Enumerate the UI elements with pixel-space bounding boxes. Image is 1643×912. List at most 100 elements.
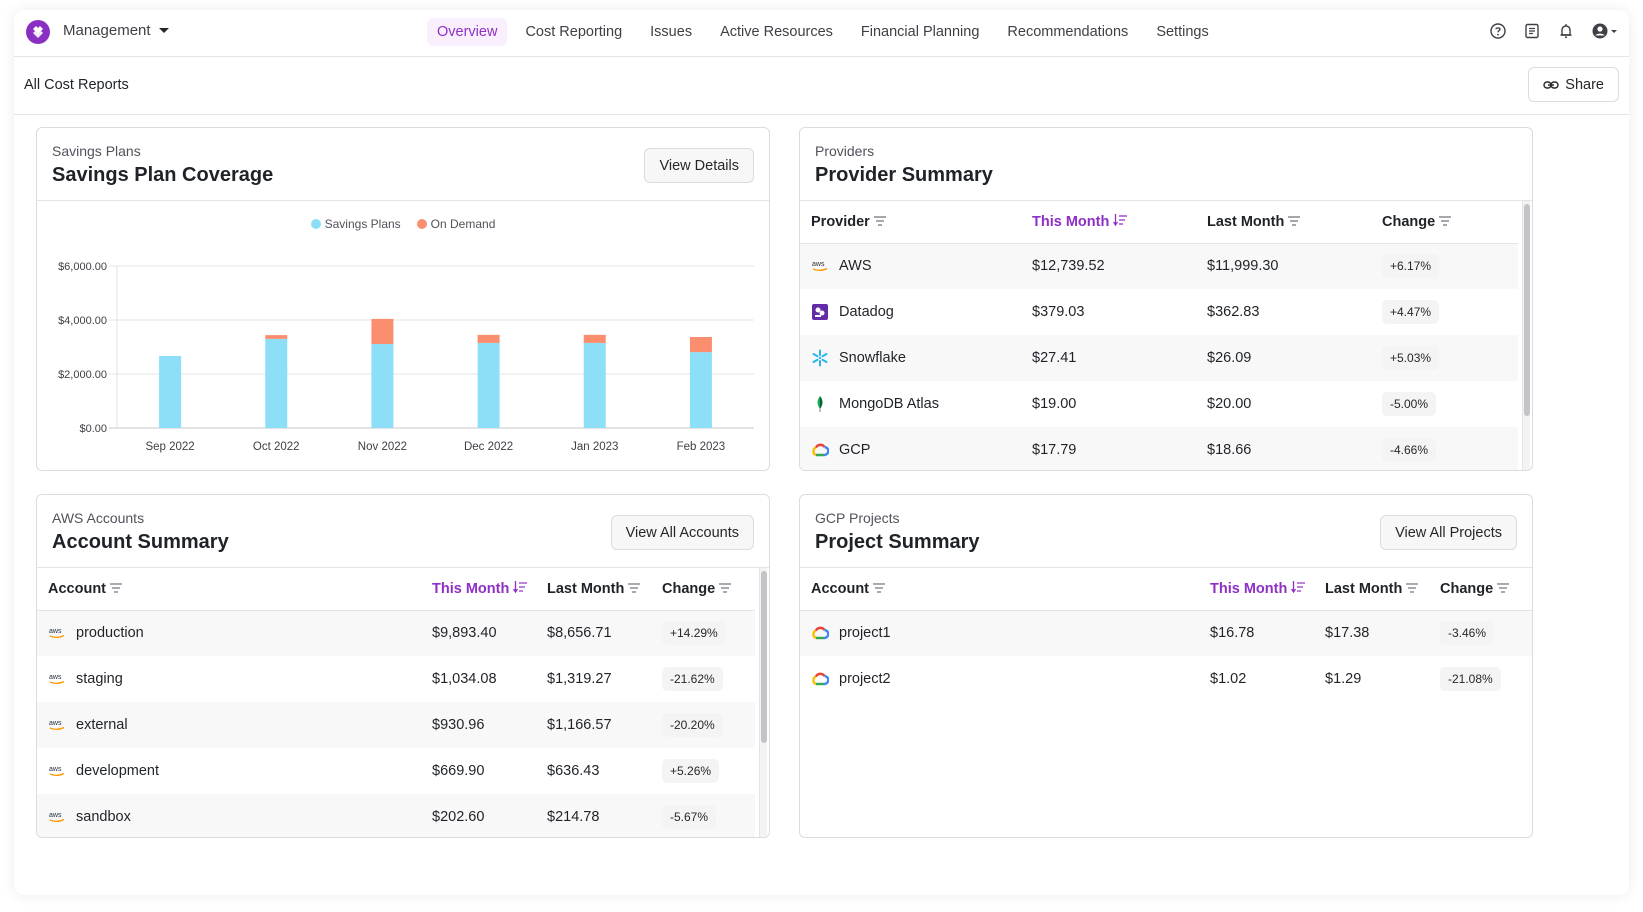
bell-icon[interactable] bbox=[1557, 22, 1575, 40]
column-header-change[interactable]: Change bbox=[662, 568, 755, 611]
row-name: project2 bbox=[839, 671, 891, 687]
legend-dot bbox=[416, 219, 427, 229]
table-row[interactable]: aws sandbox $202.60 $214.78 -5.67% bbox=[37, 794, 755, 837]
sort-descending-icon[interactable] bbox=[1291, 580, 1306, 597]
nav-tab-financial-planning[interactable]: Financial Planning bbox=[851, 18, 990, 46]
filter-icon[interactable] bbox=[1288, 214, 1301, 230]
table-row[interactable]: aws external $930.96 $1,166.57 -20.20% bbox=[37, 702, 755, 748]
aws-icon: aws bbox=[48, 808, 66, 826]
column-header-provider[interactable]: Provider bbox=[800, 201, 1032, 244]
docs-icon[interactable] bbox=[1523, 22, 1541, 40]
table-row[interactable]: aws AWS $12,739.52 $11,999.30 +6.17% bbox=[800, 243, 1518, 289]
nav-tab-overview[interactable]: Overview bbox=[427, 18, 508, 46]
bar-on-demand[interactable] bbox=[583, 334, 606, 343]
name-cell: aws AWS bbox=[800, 243, 1032, 289]
provider-scrollbar[interactable] bbox=[1522, 201, 1530, 470]
nav-tab-cost-reporting[interactable]: Cost Reporting bbox=[515, 18, 632, 46]
card-subtitle: Providers bbox=[815, 143, 875, 159]
bar-savings-plans[interactable] bbox=[583, 342, 606, 428]
nav-tab-recommendations[interactable]: Recommendations bbox=[997, 18, 1138, 46]
page-header: All Cost Reports Share bbox=[14, 57, 1629, 115]
table-row[interactable]: project1 $16.78 $17.38 -3.46% bbox=[800, 610, 1532, 656]
bar-savings-plans[interactable] bbox=[689, 352, 712, 428]
last-month-cell: $11,999.30 bbox=[1207, 243, 1382, 289]
bar-on-demand[interactable] bbox=[371, 318, 394, 345]
sort-descending-icon[interactable] bbox=[1113, 213, 1128, 230]
bar-on-demand[interactable] bbox=[477, 334, 500, 343]
user-menu[interactable] bbox=[1591, 22, 1619, 40]
column-header-last-month[interactable]: Last Month bbox=[1325, 568, 1440, 611]
bar-on-demand[interactable] bbox=[689, 337, 712, 353]
table-row[interactable]: MongoDB Atlas $19.00 $20.00 -5.00% bbox=[800, 381, 1518, 427]
table-row[interactable]: project2 $1.02 $1.29 -21.08% bbox=[800, 656, 1532, 702]
view-all-accounts-button[interactable]: View All Accounts bbox=[610, 515, 754, 550]
card-subtitle: AWS Accounts bbox=[52, 510, 145, 526]
row-name: AWS bbox=[839, 258, 872, 275]
column-header-change[interactable]: Change bbox=[1382, 201, 1518, 244]
aws-icon: aws bbox=[48, 762, 66, 780]
change-badge: -21.62% bbox=[662, 667, 723, 691]
filter-icon[interactable] bbox=[873, 214, 886, 230]
datadog-icon bbox=[811, 303, 829, 321]
name-cell-content: project1 bbox=[811, 624, 1210, 642]
column-header-change[interactable]: Change bbox=[1440, 568, 1532, 611]
legend-item-savings-plans[interactable]: Savings Plans bbox=[310, 217, 401, 231]
view-all-projects-button[interactable]: View All Projects bbox=[1380, 515, 1517, 550]
card-header: Providers Provider Summary bbox=[800, 128, 1532, 201]
table-row[interactable]: aws staging $1,034.08 $1,319.27 -21.62% bbox=[37, 656, 755, 702]
column-header-account[interactable]: Account bbox=[37, 568, 432, 611]
column-header-last-month[interactable]: Last Month bbox=[1207, 201, 1382, 244]
table-row[interactable]: aws development $669.90 $636.43 +5.26% bbox=[37, 748, 755, 794]
bar-on-demand[interactable] bbox=[265, 335, 288, 339]
this-month-cell: $379.03 bbox=[1032, 304, 1085, 320]
nav-tab-active-resources[interactable]: Active Resources bbox=[710, 18, 843, 46]
filter-icon[interactable] bbox=[719, 581, 732, 597]
table-row[interactable]: aws production $9,893.40 $8,656.71 +14.29% bbox=[37, 610, 755, 656]
scrollbar-thumb[interactable] bbox=[1524, 204, 1530, 416]
last-month-cell: $8,656.71 bbox=[547, 610, 662, 656]
last-month-cell: $636.43 bbox=[547, 763, 600, 779]
column-header-this-month[interactable]: This Month bbox=[1210, 568, 1325, 611]
this-month-cell: $1.02 bbox=[1210, 671, 1247, 687]
view-details-button[interactable]: View Details bbox=[644, 148, 754, 183]
svg-text:aws: aws bbox=[49, 674, 62, 681]
filter-icon[interactable] bbox=[628, 581, 641, 597]
column-header-this-month[interactable]: This Month bbox=[1032, 201, 1207, 244]
change-cell: -5.00% bbox=[1382, 381, 1518, 427]
app-logo[interactable] bbox=[26, 20, 50, 44]
share-button[interactable]: Share bbox=[1528, 67, 1619, 102]
sort-descending-icon[interactable] bbox=[513, 580, 528, 597]
filter-icon[interactable] bbox=[1406, 581, 1419, 597]
table-row[interactable]: Snowflake $27.41 $26.09 +5.03% bbox=[800, 335, 1518, 381]
column-header-this-month[interactable]: This Month bbox=[432, 568, 547, 611]
row-name: project1 bbox=[839, 625, 891, 642]
filter-icon[interactable] bbox=[873, 581, 885, 597]
nav-tab-issues[interactable]: Issues bbox=[640, 18, 702, 46]
column-header-account[interactable]: Account bbox=[800, 568, 1210, 611]
column-header-last-month[interactable]: Last Month bbox=[547, 568, 662, 611]
org-switcher[interactable]: Management bbox=[63, 22, 169, 39]
bar-savings-plans[interactable] bbox=[159, 355, 182, 428]
bar-savings-plans[interactable] bbox=[371, 344, 394, 428]
nav-tab-settings[interactable]: Settings bbox=[1146, 18, 1218, 46]
filter-icon[interactable] bbox=[1439, 214, 1452, 230]
name-cell: aws production bbox=[37, 610, 432, 656]
table-row[interactable]: GCP $17.79 $18.66 -4.66% bbox=[800, 427, 1518, 470]
name-cell-content: aws sandbox bbox=[48, 808, 432, 826]
account-scrollbar[interactable] bbox=[759, 568, 767, 837]
card-header: Savings Plans Savings Plan Coverage View… bbox=[37, 128, 769, 201]
scrollbar-thumb[interactable] bbox=[761, 571, 767, 743]
aws-icon: aws bbox=[811, 257, 829, 275]
filter-icon[interactable] bbox=[110, 581, 122, 597]
this-month-cell: $1,034.08 bbox=[432, 671, 497, 687]
change-badge: -3.46% bbox=[1440, 621, 1495, 646]
bar-savings-plans[interactable] bbox=[477, 342, 500, 428]
help-icon[interactable] bbox=[1489, 22, 1507, 40]
table-row[interactable]: Datadog $379.03 $362.83 +4.47% bbox=[800, 289, 1518, 335]
name-cell-content: Datadog bbox=[811, 303, 1032, 321]
legend-item-on-demand[interactable]: On Demand bbox=[416, 217, 495, 231]
bar-savings-plans[interactable] bbox=[265, 338, 288, 428]
name-cell-content: MongoDB Atlas bbox=[811, 395, 1032, 413]
card-subtitle: Savings Plans bbox=[52, 143, 141, 159]
filter-icon[interactable] bbox=[1497, 581, 1510, 597]
